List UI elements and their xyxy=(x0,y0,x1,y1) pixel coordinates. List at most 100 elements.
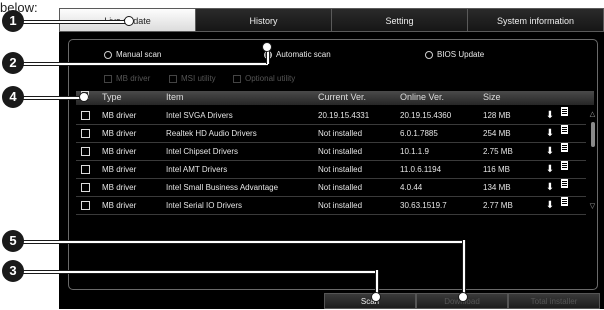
option-label: MB driver xyxy=(116,74,151,83)
table-row[interactable]: MB driver Intel AMT Drivers Not installe… xyxy=(76,161,586,179)
document-icon[interactable] xyxy=(561,143,568,152)
tab-history[interactable]: History xyxy=(196,8,332,32)
column-header-item: Item xyxy=(166,92,184,102)
cell-size: 254 MB xyxy=(483,129,511,138)
scroll-down-icon[interactable]: ▽ xyxy=(588,203,597,211)
download-arrow-icon[interactable]: ⬇︎ xyxy=(545,197,555,214)
cell-size: 128 MB xyxy=(483,111,511,120)
cell-current-ver: Not installed xyxy=(318,183,363,192)
radio-label: Automatic scan xyxy=(276,50,331,59)
option-label: MSI utility xyxy=(181,74,216,83)
cell-current-ver: Not installed xyxy=(318,129,363,138)
cell-size: 116 MB xyxy=(483,165,510,174)
scrollbar-thumb[interactable] xyxy=(591,122,595,147)
table-row[interactable]: MB driver Intel SVGA Drivers 20.19.15.43… xyxy=(76,107,586,125)
scroll-up-icon[interactable]: △ xyxy=(588,111,597,119)
radio-bios-update[interactable]: BIOS Update xyxy=(425,50,484,59)
cell-type: MB driver xyxy=(102,129,137,138)
cell-item: Intel Chipset Drivers xyxy=(166,147,239,156)
callout-line xyxy=(22,62,268,66)
total-installer-button[interactable]: Total installer xyxy=(508,293,600,309)
document-icon[interactable] xyxy=(561,125,568,134)
cell-online-ver: 6.0.1.7885 xyxy=(400,129,438,138)
cell-item: Intel SVGA Drivers xyxy=(166,111,233,120)
radio-automatic-scan[interactable]: Automatic scan xyxy=(264,50,331,59)
scan-button[interactable]: Scan xyxy=(324,293,416,309)
cell-type: MB driver xyxy=(102,201,137,210)
column-header-current-ver: Current Ver. xyxy=(318,92,367,102)
callout-badge-2: 2 xyxy=(2,52,24,74)
radio-label: BIOS Update xyxy=(437,50,485,59)
tab-system-information[interactable]: System information xyxy=(468,8,604,32)
cell-type: MB driver xyxy=(102,111,137,120)
download-arrow-icon[interactable]: ⬇︎ xyxy=(545,143,555,160)
callout-badge-3: 3 xyxy=(2,260,24,282)
cell-current-ver: Not installed xyxy=(318,201,363,210)
callout-line xyxy=(462,240,466,296)
table-row[interactable]: MB driver Intel Serial IO Drivers Not in… xyxy=(76,197,586,215)
callout-badge-4: 4 xyxy=(2,86,24,108)
callout-badge-5: 5 xyxy=(2,230,24,252)
checkbox-icon xyxy=(104,74,112,83)
callout-pointer-icon xyxy=(262,42,272,52)
option-mb-driver[interactable]: MB driver xyxy=(104,74,150,83)
cell-current-ver: Not installed xyxy=(318,147,363,156)
callout-pointer-icon xyxy=(371,292,381,302)
cell-type: MB driver xyxy=(102,183,137,192)
callout-pointer-icon xyxy=(458,292,468,302)
cell-online-ver: 4.0.44 xyxy=(400,183,423,192)
table-row[interactable]: MB driver Realtek HD Audio Drivers Not i… xyxy=(76,125,586,143)
cell-size: 134 MB xyxy=(483,183,511,192)
callout-pointer-icon xyxy=(124,16,134,26)
cell-online-ver: 30.63.1519.7 xyxy=(400,201,447,210)
column-header-size: Size xyxy=(483,92,501,102)
download-arrow-icon[interactable]: ⬇︎ xyxy=(545,107,555,124)
column-header-type: Type xyxy=(102,92,122,102)
cell-online-ver: 10.1.1.9 xyxy=(400,147,429,156)
column-header-online-ver: Online Ver. xyxy=(400,92,445,102)
tab-bar: Live update History Setting System infor… xyxy=(59,8,604,32)
checkbox-icon xyxy=(169,74,177,83)
table-header: Type Item Current Ver. Online Ver. Size xyxy=(76,91,594,105)
callout-line xyxy=(22,96,84,100)
row-checkbox[interactable] xyxy=(81,111,90,120)
radio-label: Manual scan xyxy=(116,50,162,59)
option-msi-utility[interactable]: MSI utility xyxy=(169,74,216,83)
option-label: Optional utility xyxy=(245,74,296,83)
callout-line xyxy=(22,270,377,274)
cell-current-ver: Not installed xyxy=(318,165,363,174)
table-row[interactable]: MB driver Intel Chipset Drivers Not inst… xyxy=(76,143,586,161)
cell-current-ver: 20.19.15.4331 xyxy=(318,111,370,120)
cell-item: Realtek HD Audio Drivers xyxy=(166,129,257,138)
callout-pointer-icon xyxy=(79,92,89,102)
callout-badge-1: 1 xyxy=(2,10,24,32)
tab-setting[interactable]: Setting xyxy=(332,8,468,32)
cell-item: Intel Small Business Advantage xyxy=(166,183,279,192)
radio-manual-scan[interactable]: Manual scan xyxy=(104,50,161,59)
document-icon[interactable] xyxy=(561,107,568,116)
cell-type: MB driver xyxy=(102,147,137,156)
row-checkbox[interactable] xyxy=(81,183,90,192)
document-icon[interactable] xyxy=(561,161,568,170)
callout-line xyxy=(22,20,130,24)
table-scrollbar[interactable]: △ ▽ xyxy=(588,111,597,211)
document-icon[interactable] xyxy=(561,179,568,188)
callout-line xyxy=(22,240,464,244)
row-checkbox[interactable] xyxy=(81,147,90,156)
download-arrow-icon[interactable]: ⬇︎ xyxy=(545,179,555,196)
row-checkbox[interactable] xyxy=(81,165,90,174)
cell-item: Intel AMT Drivers xyxy=(166,165,228,174)
radio-circle-icon xyxy=(104,50,112,59)
option-optional-utility[interactable]: Optional utility xyxy=(233,74,295,83)
document-icon[interactable] xyxy=(561,197,568,206)
row-checkbox[interactable] xyxy=(81,201,90,210)
cell-size: 2.75 MB xyxy=(483,147,513,156)
radio-circle-icon xyxy=(425,50,433,59)
download-arrow-icon[interactable]: ⬇︎ xyxy=(545,125,555,142)
cell-item: Intel Serial IO Drivers xyxy=(166,201,243,210)
download-arrow-icon[interactable]: ⬇︎ xyxy=(545,161,555,178)
table-row[interactable]: MB driver Intel Small Business Advantage… xyxy=(76,179,586,197)
row-checkbox[interactable] xyxy=(81,129,90,138)
cell-size: 2.77 MB xyxy=(483,201,513,210)
cell-type: MB driver xyxy=(102,165,137,174)
